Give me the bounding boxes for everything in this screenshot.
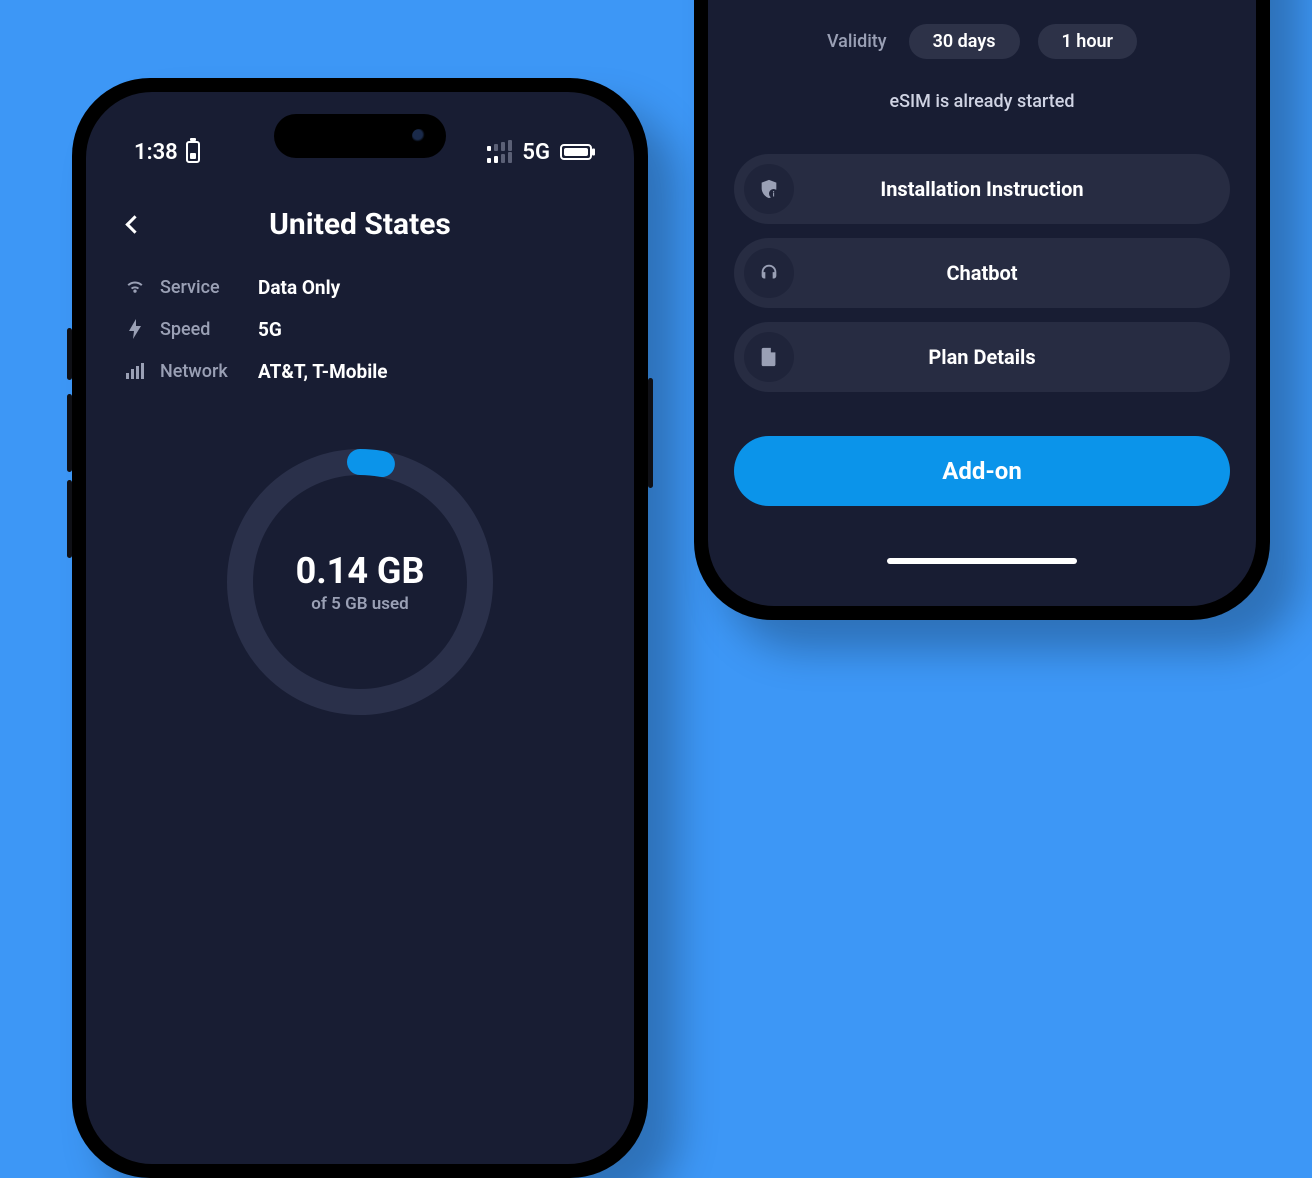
option-label: Chatbot <box>946 261 1017 285</box>
phone-side-mute-switch <box>67 328 72 380</box>
phone-right-screen: Validity 30 days 1 hour eSIM is already … <box>708 0 1256 606</box>
usage-ring: 0.14 GB of 5 GB used <box>210 432 510 732</box>
headset-icon <box>744 248 794 298</box>
add-on-button[interactable]: Add-on <box>734 436 1230 506</box>
info-value: AT&T, T-Mobile <box>258 360 388 383</box>
dual-signal-icon <box>487 141 512 163</box>
chevron-left-icon <box>125 215 143 233</box>
phone-left-frame: 1:38 5G United States <box>72 78 648 1178</box>
status-time: 1:38 <box>134 140 178 165</box>
info-value: 5G <box>258 318 282 341</box>
document-icon <box>744 332 794 382</box>
bolt-icon <box>124 319 146 339</box>
info-label: Service <box>160 277 244 298</box>
validity-row: Validity 30 days 1 hour <box>734 24 1230 59</box>
phone-right-frame: Validity 30 days 1 hour eSIM is already … <box>694 0 1270 620</box>
page-title: United States <box>152 207 568 242</box>
info-value: Data Only <box>258 276 340 299</box>
esim-status-message: eSIM is already started <box>734 91 1230 112</box>
option-label: Plan Details <box>928 345 1035 369</box>
battery-low-icon <box>186 141 200 163</box>
phone-side-volume-down <box>67 480 72 558</box>
back-button[interactable] <box>116 206 152 242</box>
phone-side-power <box>648 378 653 488</box>
option-label: Installation Instruction <box>880 177 1083 201</box>
status-network-label: 5G <box>522 140 550 165</box>
info-row-network: Network AT&T, T-Mobile <box>124 350 604 392</box>
home-indicator[interactable] <box>887 558 1077 564</box>
option-list: i Installation Instruction Chatbot Plan … <box>734 154 1230 392</box>
usage-amount: 0.14 GB <box>296 550 425 592</box>
validity-label: Validity <box>827 31 887 52</box>
option-plan-details[interactable]: Plan Details <box>734 322 1230 392</box>
add-on-label: Add-on <box>942 457 1022 485</box>
info-row-speed: Speed 5G <box>124 308 604 350</box>
info-label: Speed <box>160 319 244 340</box>
screen-header: United States <box>116 206 604 242</box>
usage-subtitle: of 5 GB used <box>311 594 408 614</box>
battery-full-icon <box>560 144 592 160</box>
phone-side-volume-up <box>67 394 72 472</box>
shield-info-icon: i <box>744 164 794 214</box>
phone-left-screen: 1:38 5G United States <box>86 92 634 1164</box>
info-label: Network <box>160 361 244 382</box>
info-row-service: Service Data Only <box>124 266 604 308</box>
option-installation-instruction[interactable]: i Installation Instruction <box>734 154 1230 224</box>
option-chatbot[interactable]: Chatbot <box>734 238 1230 308</box>
plan-info-block: Service Data Only Speed 5G Network AT&T,… <box>116 266 604 392</box>
wifi-icon <box>124 279 146 295</box>
svg-text:i: i <box>773 189 775 198</box>
signal-bars-icon <box>124 363 146 379</box>
dynamic-island <box>274 114 446 158</box>
validity-chip-30-days[interactable]: 30 days <box>909 24 1020 59</box>
validity-chip-1-hour[interactable]: 1 hour <box>1038 24 1138 59</box>
